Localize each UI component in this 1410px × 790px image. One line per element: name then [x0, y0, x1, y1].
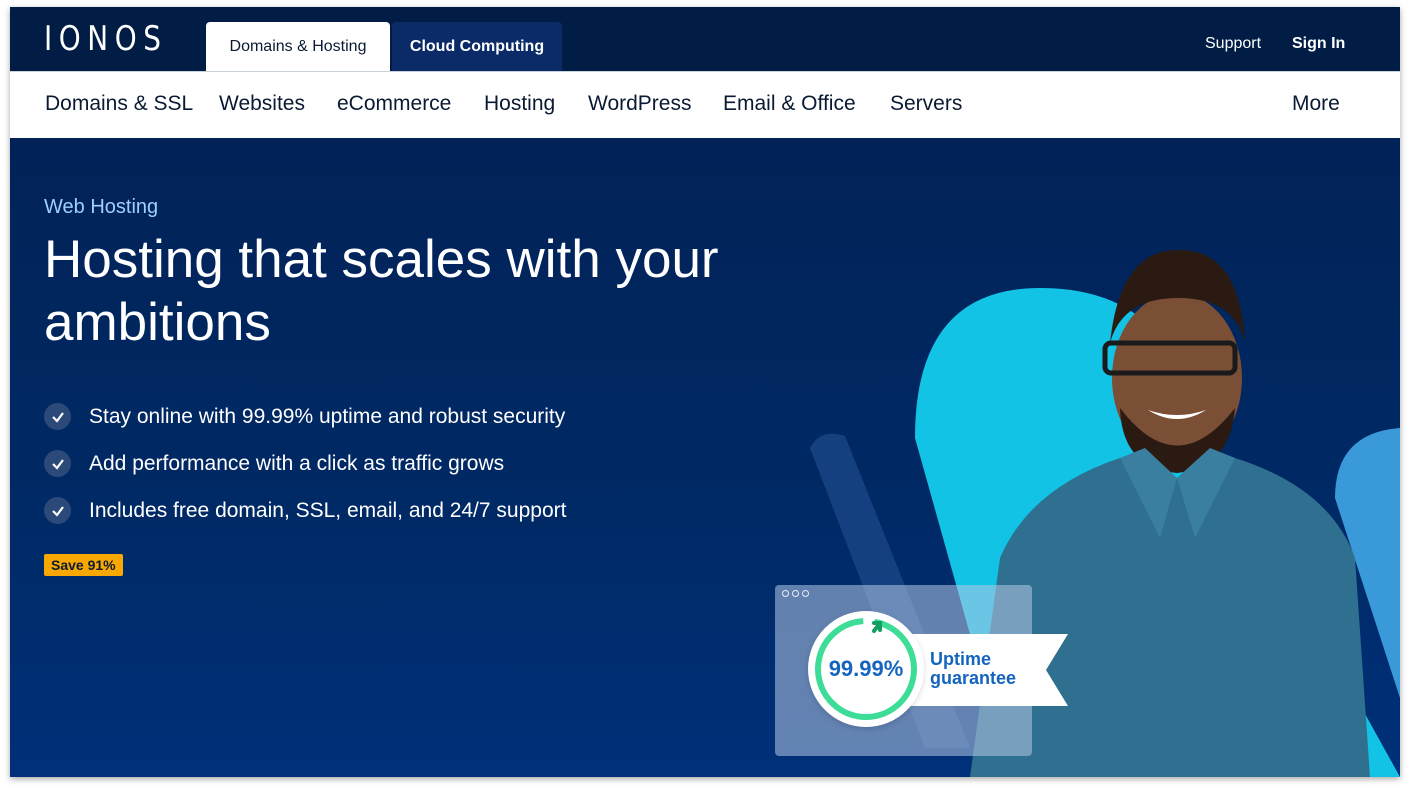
- nav-item-ecommerce[interactable]: eCommerce: [337, 91, 451, 117]
- uptime-label-line-2: guarantee: [930, 668, 1017, 688]
- headline-line-2: ambitions: [44, 293, 271, 352]
- save-badge: Save 91%: [44, 554, 123, 576]
- sign-in-link[interactable]: Sign In: [1292, 34, 1345, 54]
- feature-item: Includes free domain, SSL, email, and 24…: [44, 487, 566, 534]
- nav-item-hosting[interactable]: Hosting: [484, 91, 555, 117]
- hero-eyebrow: Web Hosting: [44, 196, 159, 218]
- main-nav: Domains & SSL Websites eCommerce Hosting…: [10, 71, 1400, 139]
- nav-item-websites[interactable]: Websites: [219, 91, 305, 117]
- window-dots-icon: [782, 590, 809, 597]
- browser-page: IONOS Domains & Hosting Cloud Computing …: [10, 7, 1400, 777]
- uptime-gauge: 99.99%: [808, 611, 924, 727]
- feature-item: Stay online with 99.99% uptime and robus…: [44, 393, 566, 440]
- top-bar: IONOS Domains & Hosting Cloud Computing …: [10, 7, 1400, 71]
- nav-item-domains-ssl[interactable]: Domains & SSL: [45, 91, 193, 117]
- nav-item-email-office[interactable]: Email & Office: [723, 91, 856, 117]
- feature-item: Add performance with a click as traffic …: [44, 440, 566, 487]
- feature-text: Stay online with 99.99% uptime and robus…: [89, 404, 566, 428]
- feature-list: Stay online with 99.99% uptime and robus…: [44, 393, 566, 534]
- check-icon: [44, 403, 71, 430]
- nav-item-servers[interactable]: Servers: [890, 91, 962, 117]
- ionos-logo[interactable]: IONOS: [44, 21, 167, 57]
- tab-cloud-computing[interactable]: Cloud Computing: [392, 22, 562, 71]
- uptime-label-line-1: Uptime: [930, 649, 992, 669]
- hero-section: Web Hosting Hosting that scales with you…: [10, 138, 1400, 777]
- support-link[interactable]: Support: [1205, 34, 1261, 54]
- uptime-label: Uptime guarantee: [930, 650, 1016, 688]
- headline-line-1: Hosting that scales with your: [44, 230, 719, 289]
- nav-more-button[interactable]: More: [1292, 91, 1340, 117]
- check-icon: [44, 497, 71, 524]
- uptime-value: 99.99%: [828, 656, 904, 681]
- tab-domains-hosting[interactable]: Domains & Hosting: [206, 22, 390, 71]
- check-icon: [44, 450, 71, 477]
- feature-text: Includes free domain, SSL, email, and 24…: [89, 498, 567, 522]
- hero-headline: Hosting that scales with your ambitions: [44, 228, 804, 354]
- feature-text: Add performance with a click as traffic …: [89, 451, 505, 475]
- nav-item-wordpress[interactable]: WordPress: [588, 91, 691, 117]
